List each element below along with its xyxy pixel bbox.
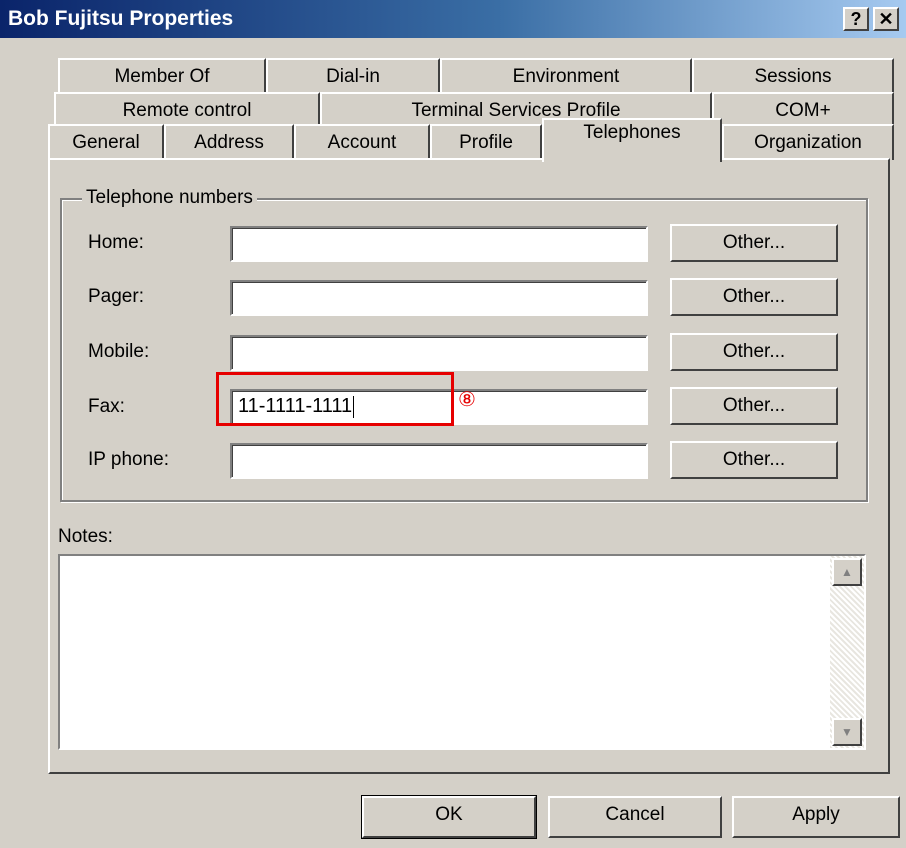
mobile-label: Mobile:: [88, 341, 150, 362]
notes-textarea[interactable]: ▲ ▼: [58, 554, 866, 750]
pager-other-button[interactable]: Other...: [670, 278, 838, 316]
telephone-numbers-group: Telephone numbers Home: Other... Pager: …: [60, 187, 868, 502]
help-button[interactable]: ?: [843, 7, 869, 31]
title-bar[interactable]: Bob Fujitsu Properties ? ✕: [0, 0, 906, 38]
ip-phone-label: IP phone:: [88, 449, 170, 470]
fax-label: Fax:: [88, 396, 125, 417]
tab-sessions[interactable]: Sessions: [692, 58, 894, 92]
tab-remote-control[interactable]: Remote control: [54, 92, 320, 126]
tab-dial-in[interactable]: Dial-in: [266, 58, 440, 92]
tab-general[interactable]: General: [48, 124, 164, 160]
ip-phone-input[interactable]: [230, 443, 648, 479]
mobile-other-button[interactable]: Other...: [670, 333, 838, 371]
notes-scrollbar[interactable]: ▲ ▼: [830, 556, 864, 748]
telephone-numbers-legend: Telephone numbers: [82, 187, 257, 209]
tab-organization[interactable]: Organization: [722, 124, 894, 160]
scroll-down-arrow-icon[interactable]: ▼: [832, 718, 862, 746]
ip-phone-other-button[interactable]: Other...: [670, 441, 838, 479]
pager-input[interactable]: [230, 280, 648, 316]
close-button[interactable]: ✕: [873, 7, 899, 31]
home-phone-input[interactable]: [230, 226, 648, 262]
tab-account[interactable]: Account: [294, 124, 430, 160]
window-title: Bob Fujitsu Properties: [8, 7, 234, 30]
fax-highlight-box: [216, 372, 454, 426]
fax-other-button[interactable]: Other...: [670, 387, 838, 425]
tab-member-of[interactable]: Member Of: [58, 58, 266, 92]
step-marker: ⑧: [458, 389, 476, 411]
ok-button[interactable]: OK: [361, 795, 537, 839]
notes-label: Notes:: [58, 526, 113, 547]
tab-telephones[interactable]: Telephones: [542, 118, 722, 162]
tab-environment[interactable]: Environment: [440, 58, 692, 92]
tab-profile[interactable]: Profile: [430, 124, 542, 160]
pager-label: Pager:: [88, 286, 144, 307]
properties-dialog: Bob Fujitsu Properties ? ✕ Member Of Dia…: [0, 0, 906, 848]
tab-com-plus[interactable]: COM+: [712, 92, 894, 126]
telephones-panel: Telephone numbers Home: Other... Pager: …: [48, 158, 890, 774]
tab-address[interactable]: Address: [164, 124, 294, 160]
cancel-button[interactable]: Cancel: [548, 796, 722, 838]
home-label: Home:: [88, 232, 144, 253]
mobile-input[interactable]: [230, 335, 648, 371]
apply-button[interactable]: Apply: [732, 796, 900, 838]
scroll-up-arrow-icon[interactable]: ▲: [832, 558, 862, 586]
home-other-button[interactable]: Other...: [670, 224, 838, 262]
